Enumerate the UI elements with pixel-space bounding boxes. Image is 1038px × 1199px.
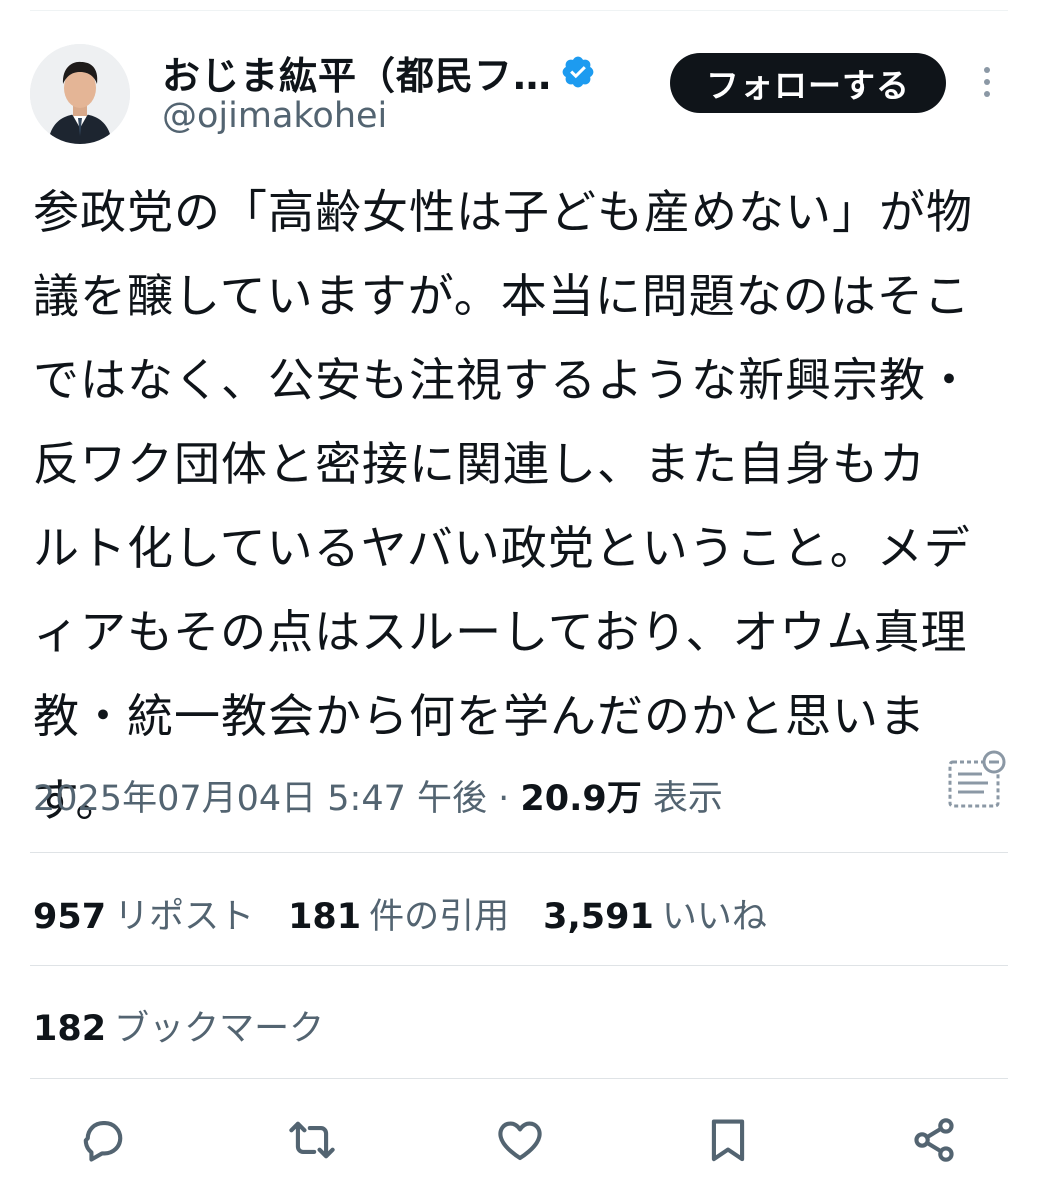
- like-button[interactable]: [488, 1108, 552, 1172]
- quotes-label: 件の引用: [369, 897, 510, 937]
- reply-button[interactable]: [72, 1108, 136, 1172]
- bookmark-icon: [711, 1119, 745, 1162]
- repost-icon: [289, 1121, 335, 1159]
- likes-count: 3,591: [543, 897, 654, 937]
- reposts-stat[interactable]: 957 リポスト: [33, 888, 254, 939]
- reposts-count: 957: [33, 897, 107, 937]
- top-divider: [30, 10, 1008, 11]
- follow-button[interactable]: フォローする: [670, 53, 946, 113]
- bookmarks-stat[interactable]: 182 ブックマーク: [33, 1000, 324, 1051]
- author-display-name[interactable]: おじま紘平（都民フ…: [162, 45, 552, 100]
- tweet-text-line: 議を醸していますが。本当に問題なのはそこ: [33, 269, 971, 323]
- stats-row: 957 リポスト 181 件の引用 3,591 いいね: [33, 888, 801, 939]
- reposts-label: リポスト: [114, 897, 255, 937]
- tweet-text-line: ィアもその点はスルーしており、オウム真理: [33, 605, 968, 659]
- divider: [30, 965, 1008, 966]
- tweet-text-line: 反ワク団体と密接に関連し、また自身もカ: [33, 437, 926, 491]
- action-bar: [0, 1108, 1038, 1172]
- share-button[interactable]: [902, 1108, 966, 1172]
- verified-badge-icon: [562, 56, 594, 88]
- likes-stat[interactable]: 3,591 いいね: [543, 888, 767, 939]
- tweet-text: 参政党の「高齢女性は子ども産めない」が物 議を醸していますが。本当に問題なのはそ…: [33, 170, 1003, 842]
- quotes-count: 181: [288, 897, 362, 937]
- tweet-meta: 2025年07月04日 5:47 午後 · 20.9万 表示: [33, 770, 723, 821]
- quotes-stat[interactable]: 181 件の引用: [288, 888, 509, 939]
- repost-button[interactable]: [280, 1108, 344, 1172]
- tweet-text-line: 参政党の「高齢女性は子ども産めない」が物: [33, 185, 973, 239]
- share-icon: [914, 1118, 954, 1162]
- tweet-text-line: ルト化しているヤバい政党ということ。メデ: [33, 521, 971, 575]
- likes-label: いいね: [661, 897, 767, 937]
- timestamp[interactable]: 2025年07月04日 5:47 午後: [33, 779, 487, 819]
- reply-icon: [83, 1121, 123, 1162]
- divider: [30, 852, 1008, 853]
- bookmarks-count: 182: [33, 1009, 107, 1049]
- views-label: 表示: [652, 779, 723, 819]
- meta-separator: ·: [487, 779, 521, 819]
- bookmarks-label: ブックマーク: [114, 1009, 325, 1049]
- avatar-image: [30, 44, 130, 144]
- more-vertical-icon[interactable]: [972, 62, 1002, 106]
- divider: [30, 1078, 1008, 1079]
- tweet-text-line: 教・統一教会から何を学んだのかと思いま: [33, 689, 926, 743]
- author-name-row: おじま紘平（都民フ…: [162, 46, 596, 98]
- avatar[interactable]: [30, 44, 130, 144]
- tweet-text-line: ではなく、公安も注視するような新興宗教・: [33, 353, 973, 407]
- author-handle[interactable]: @ojimakohei: [162, 96, 387, 136]
- heart-icon: [498, 1121, 542, 1161]
- document-icon[interactable]: [944, 748, 1008, 812]
- views-count: 20.9万: [520, 779, 642, 819]
- bookmark-button[interactable]: [696, 1108, 760, 1172]
